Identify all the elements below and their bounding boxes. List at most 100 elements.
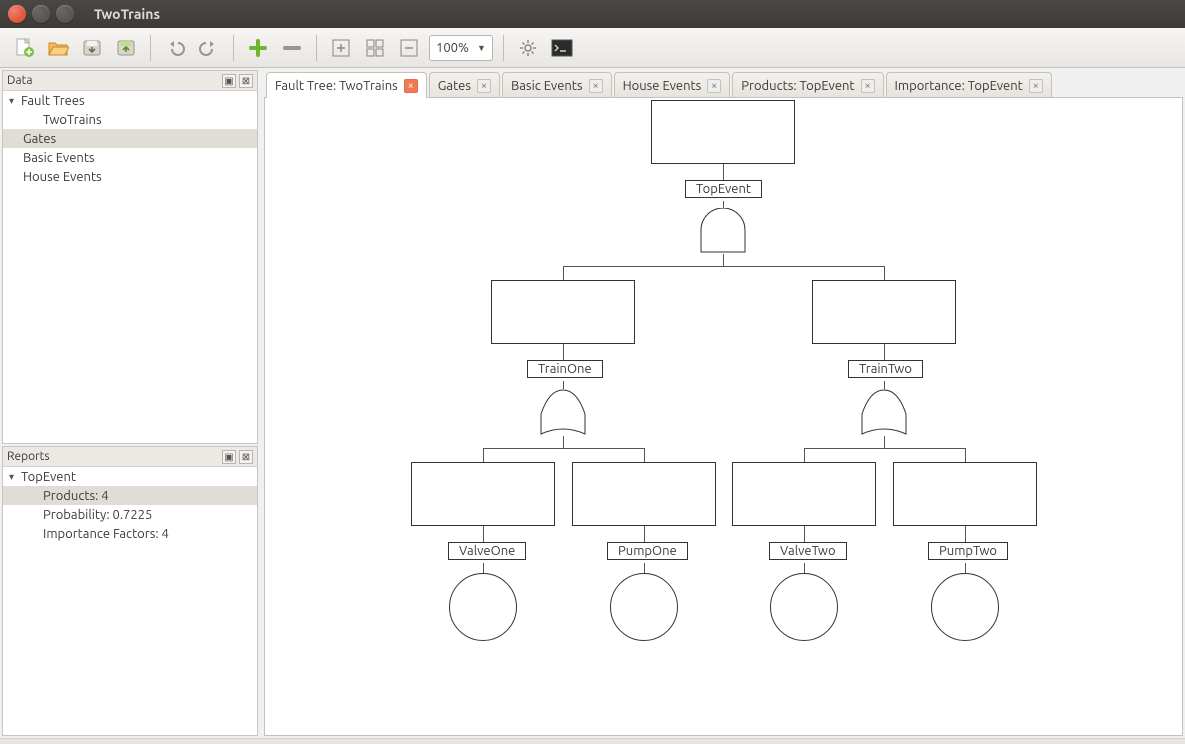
basic-event-pumptwo[interactable]	[931, 573, 999, 641]
node-label-traintwo[interactable]: TrainTwo	[848, 360, 923, 378]
sidebar: Data ▣ ⊠ ▾Fault Trees TwoTrains Gates Ba…	[0, 68, 260, 738]
connector	[563, 344, 564, 360]
panel-close-button[interactable]: ⊠	[239, 74, 253, 88]
node-box-trainone[interactable]	[491, 280, 635, 344]
window-title: TwoTrains	[94, 6, 160, 22]
window-minimize-button[interactable]	[32, 5, 50, 23]
data-panel-title: Data	[7, 74, 33, 87]
connector	[644, 526, 645, 542]
tab-products[interactable]: Products: TopEvent×	[732, 72, 883, 98]
toolbar-separator	[150, 35, 151, 61]
tab-close-button[interactable]: ×	[477, 79, 491, 93]
window-maximize-button[interactable]	[56, 5, 74, 23]
toolbar-separator	[503, 35, 504, 61]
reports-panel-header: Reports ▣ ⊠	[3, 447, 257, 467]
panel-detach-button[interactable]: ▣	[222, 74, 236, 88]
tab-house-events[interactable]: House Events×	[614, 72, 731, 98]
tab-importance[interactable]: Importance: TopEvent×	[886, 72, 1052, 98]
connector	[804, 526, 805, 542]
tab-close-button[interactable]: ×	[404, 79, 418, 93]
node-label-valvetwo[interactable]: ValveTwo	[769, 542, 847, 560]
node-label-trainone[interactable]: TrainOne	[527, 360, 603, 378]
node-box-topevent[interactable]	[651, 100, 795, 164]
tree-item-twotrains[interactable]: TwoTrains	[3, 110, 257, 129]
node-label-topevent[interactable]: TopEvent	[685, 180, 762, 198]
node-box-pumpone[interactable]	[572, 462, 716, 526]
terminal-button[interactable]	[548, 34, 576, 62]
undo-button[interactable]	[161, 34, 189, 62]
connector	[723, 254, 724, 266]
save-as-button[interactable]	[112, 34, 140, 62]
tree-item-probability[interactable]: Probability: 0.7225	[3, 505, 257, 524]
connector	[483, 563, 484, 573]
basic-event-valvetwo[interactable]	[770, 573, 838, 641]
save-button[interactable]	[78, 34, 106, 62]
diagram-canvas[interactable]: TopEvent TrainOne Tr	[264, 97, 1183, 736]
data-tree[interactable]: ▾Fault Trees TwoTrains Gates Basic Event…	[3, 91, 257, 443]
zoom-level-value: 100%	[436, 41, 469, 55]
zoom-out-button[interactable]	[395, 34, 423, 62]
open-file-button[interactable]	[44, 34, 72, 62]
toolbar-separator	[233, 35, 234, 61]
zoom-fit-button[interactable]	[361, 34, 389, 62]
panel-detach-button[interactable]: ▣	[222, 450, 236, 464]
toolbar-separator	[316, 35, 317, 61]
zoom-in-button[interactable]	[327, 34, 355, 62]
workspace: Data ▣ ⊠ ▾Fault Trees TwoTrains Gates Ba…	[0, 68, 1185, 738]
connector	[483, 526, 484, 542]
chevron-down-icon: ▼	[477, 43, 486, 53]
node-label-pumpone[interactable]: PumpOne	[607, 542, 688, 560]
node-box-valveone[interactable]	[411, 462, 555, 526]
connector	[965, 526, 966, 542]
tab-gates[interactable]: Gates×	[429, 72, 500, 98]
tree-item-fault-trees[interactable]: ▾Fault Trees	[3, 91, 257, 110]
status-bar	[0, 738, 1185, 744]
window-close-button[interactable]	[8, 5, 26, 23]
main-toolbar: 100% ▼	[0, 28, 1185, 68]
or-gate-icon	[537, 388, 589, 436]
node-label-valveone[interactable]: ValveOne	[448, 542, 526, 560]
tree-item-basic-events[interactable]: Basic Events	[3, 148, 257, 167]
data-panel-header: Data ▣ ⊠	[3, 71, 257, 91]
tab-close-button[interactable]: ×	[861, 79, 875, 93]
editor-tabbar: Fault Tree: TwoTrains× Gates× Basic Even…	[264, 70, 1183, 98]
node-box-pumptwo[interactable]	[893, 462, 1037, 526]
tree-item-gates[interactable]: Gates	[3, 129, 257, 148]
node-box-traintwo[interactable]	[812, 280, 956, 344]
connector	[965, 563, 966, 573]
connector	[804, 448, 966, 449]
node-label-pumptwo[interactable]: PumpTwo	[928, 542, 1008, 560]
tree-item-topevent[interactable]: ▾TopEvent	[3, 467, 257, 486]
reports-panel-title: Reports	[7, 450, 50, 463]
tab-close-button[interactable]: ×	[1029, 79, 1043, 93]
tree-item-importance[interactable]: Importance Factors: 4	[3, 524, 257, 543]
connector	[965, 448, 966, 462]
editor-area: Fault Tree: TwoTrains× Gates× Basic Even…	[260, 68, 1185, 738]
panel-close-button[interactable]: ⊠	[239, 450, 253, 464]
or-gate-icon	[858, 388, 910, 436]
add-button[interactable]	[244, 34, 272, 62]
connector	[884, 266, 885, 280]
new-file-button[interactable]	[10, 34, 38, 62]
connector	[563, 266, 564, 280]
tab-close-button[interactable]: ×	[707, 79, 721, 93]
basic-event-pumpone[interactable]	[610, 573, 678, 641]
connector	[884, 344, 885, 360]
redo-button[interactable]	[195, 34, 223, 62]
node-box-valvetwo[interactable]	[732, 462, 876, 526]
connector	[644, 563, 645, 573]
tree-item-house-events[interactable]: House Events	[3, 167, 257, 186]
reports-tree[interactable]: ▾TopEvent Products: 4 Probability: 0.722…	[3, 467, 257, 735]
tree-item-products[interactable]: Products: 4	[3, 486, 257, 505]
window-titlebar: TwoTrains	[0, 0, 1185, 28]
tab-basic-events[interactable]: Basic Events×	[502, 72, 612, 98]
settings-button[interactable]	[514, 34, 542, 62]
connector	[563, 266, 885, 267]
connector	[804, 448, 805, 462]
zoom-level-combo[interactable]: 100% ▼	[429, 35, 493, 61]
connector	[644, 448, 645, 462]
tab-fault-tree[interactable]: Fault Tree: TwoTrains×	[266, 72, 427, 98]
basic-event-valveone[interactable]	[449, 573, 517, 641]
remove-button[interactable]	[278, 34, 306, 62]
tab-close-button[interactable]: ×	[589, 79, 603, 93]
